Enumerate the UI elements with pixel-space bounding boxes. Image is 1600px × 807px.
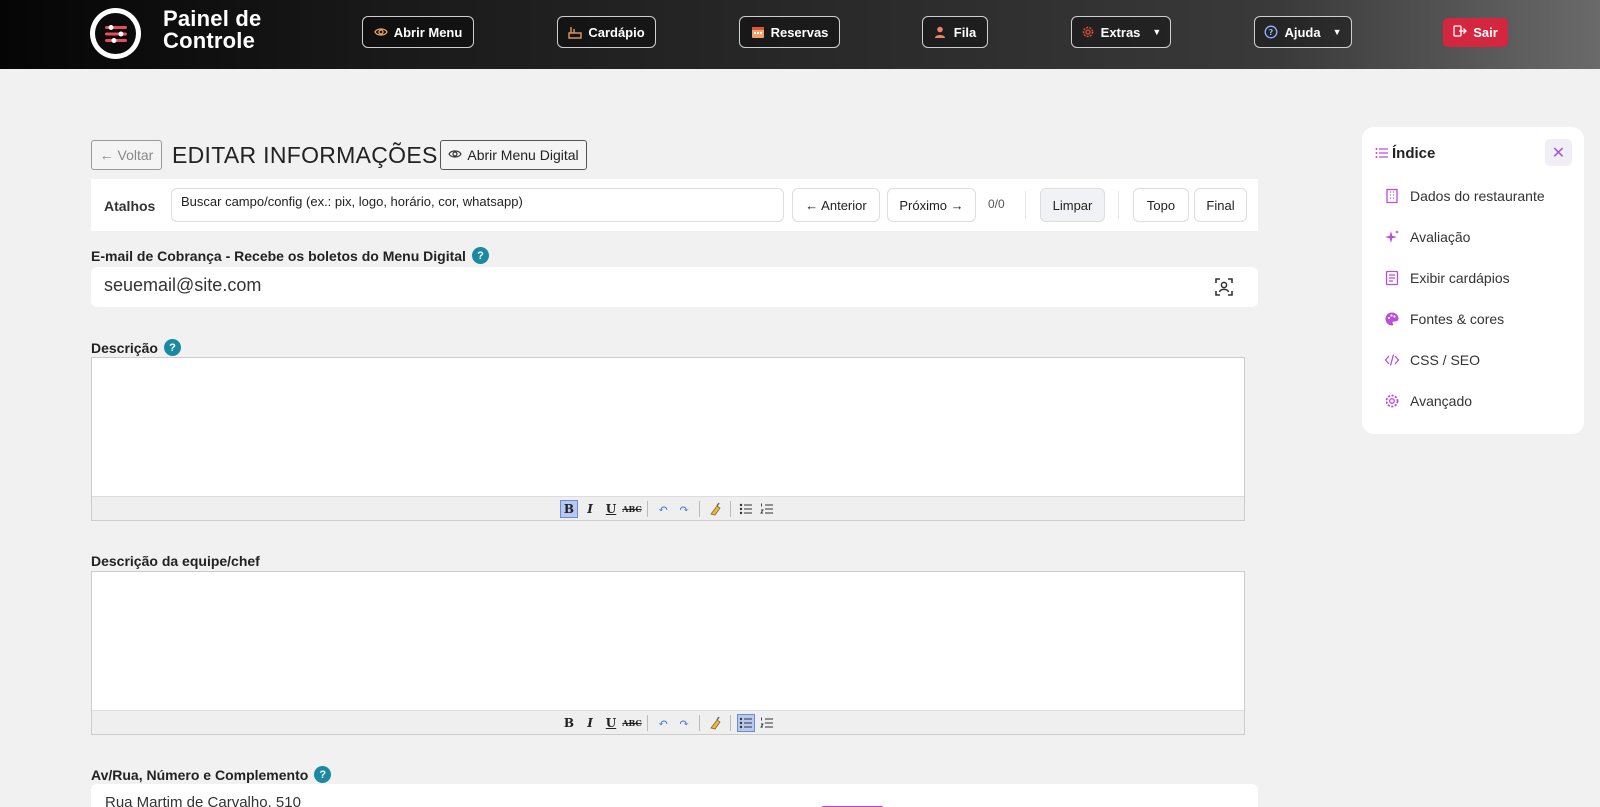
address-label: Av/Rua, Número e Complemento ?: [91, 766, 332, 783]
email-field[interactable]: seuemail@site.com: [91, 267, 1258, 307]
address-field[interactable]: Rua Martim de Carvalho, 510: [91, 784, 1258, 807]
index-item-dados[interactable]: Dados do restaurante: [1384, 188, 1545, 204]
back-button[interactable]: ← Voltar: [91, 140, 162, 170]
index-item-fontes[interactable]: Fontes & cores: [1384, 311, 1504, 327]
undo-icon[interactable]: ↶: [654, 714, 672, 732]
list-icon: [1375, 146, 1389, 164]
divider: [699, 500, 700, 517]
index-item-css-seo[interactable]: CSS / SEO: [1384, 352, 1480, 368]
help-icon[interactable]: ?: [314, 766, 332, 783]
help-icon[interactable]: ?: [163, 339, 181, 356]
contact-scan-icon[interactable]: [1214, 277, 1234, 297]
clear-format-icon[interactable]: [706, 714, 724, 732]
end-button[interactable]: Final: [1194, 188, 1247, 222]
nav-ajuda-dropdown[interactable]: ? Ajuda ▼: [1254, 16, 1352, 48]
divider: [730, 500, 731, 517]
svg-text:?: ?: [1269, 28, 1274, 37]
help-icon[interactable]: ?: [471, 247, 489, 264]
food-icon: [568, 25, 582, 39]
logo[interactable]: [90, 8, 141, 59]
divider: [1118, 191, 1119, 219]
italic-button[interactable]: I: [581, 500, 599, 518]
bold-button[interactable]: B: [560, 499, 578, 518]
shortcuts-label: Atalhos: [104, 198, 156, 214]
code-icon: [1384, 352, 1400, 368]
sparkle-icon: [1384, 229, 1400, 245]
menu-logo-icon: [104, 24, 127, 43]
next-button[interactable]: Próximo →: [887, 188, 976, 222]
user-icon: [934, 25, 948, 39]
calendar-icon: [751, 25, 765, 39]
editor-toolbar: B I U ABC ↶ ↷: [92, 710, 1244, 734]
strikethrough-button[interactable]: ABC: [622, 500, 641, 518]
clear-button[interactable]: Limpar: [1040, 188, 1105, 222]
logout-icon: [1453, 24, 1468, 41]
nav-fila-button[interactable]: Fila: [922, 16, 988, 48]
building-icon: [1384, 188, 1400, 204]
gear-icon: [1081, 25, 1095, 39]
shortcuts-bar: Atalhos Buscar campo/config (ex.: pix, l…: [91, 179, 1258, 231]
numbered-list-icon[interactable]: [758, 500, 776, 518]
top-navbar: Painel de Controle Abrir Menu Cardápio R…: [0, 0, 1600, 69]
nav-abrir-menu-button[interactable]: Abrir Menu: [362, 16, 474, 48]
eye-icon: [373, 25, 388, 39]
email-label: E-mail de Cobrança - Recebe os boletos d…: [91, 247, 489, 264]
divider: [730, 714, 731, 731]
divider: [647, 500, 648, 517]
brand-title: Painel de Controle: [163, 6, 262, 53]
search-input[interactable]: Buscar campo/config (ex.: pix, logo, hor…: [171, 188, 784, 222]
chevron-down-icon: ▼: [1332, 27, 1342, 37]
divider: [1025, 191, 1026, 219]
page-title: EDITAR INFORMAÇÕES: [172, 142, 438, 168]
description-label: Descrição ?: [91, 339, 181, 356]
gear-icon: [1384, 393, 1400, 409]
top-button[interactable]: Topo: [1133, 188, 1189, 222]
palette-icon: [1384, 311, 1400, 327]
divider: [699, 714, 700, 731]
nav-cardapio-button[interactable]: Cardápio: [557, 16, 656, 48]
index-item-avancado[interactable]: Avançado: [1384, 393, 1472, 409]
previous-button[interactable]: ← Anterior: [792, 188, 880, 222]
redo-icon[interactable]: ↷: [675, 500, 693, 518]
numbered-list-icon[interactable]: [758, 714, 776, 732]
bullet-list-icon[interactable]: [737, 500, 755, 518]
question-icon: ?: [1264, 25, 1278, 39]
index-item-avaliacao[interactable]: Avaliação: [1384, 229, 1470, 245]
nav-reservas-button[interactable]: Reservas: [739, 16, 840, 48]
bold-button[interactable]: B: [560, 714, 578, 732]
editor-toolbar: B I U ABC ↶ ↷: [92, 496, 1244, 520]
underline-button[interactable]: U: [602, 500, 620, 518]
undo-icon[interactable]: ↶: [654, 500, 672, 518]
chevron-down-icon: ▼: [1152, 27, 1162, 37]
clear-format-icon[interactable]: [706, 500, 724, 518]
index-title: Índice: [1392, 145, 1436, 162]
logout-button[interactable]: Sair: [1443, 18, 1508, 47]
index-panel: Índice ✕ Dados do restaurante Avaliação …: [1362, 127, 1584, 434]
close-icon[interactable]: ✕: [1545, 139, 1572, 166]
nav-extras-dropdown[interactable]: Extras ▼: [1071, 16, 1171, 48]
eye-icon: [448, 147, 463, 164]
description-editor[interactable]: B I U ABC ↶ ↷: [91, 357, 1245, 521]
italic-button[interactable]: I: [581, 714, 599, 732]
divider: [647, 714, 648, 731]
team-description-label: Descrição da equipe/chef: [91, 553, 260, 569]
team-description-editor[interactable]: B I U ABC ↶ ↷: [91, 571, 1245, 735]
bullet-list-icon[interactable]: [737, 713, 755, 732]
document-icon: [1384, 270, 1400, 286]
strikethrough-button[interactable]: ABC: [622, 714, 641, 732]
match-count: 0/0: [988, 197, 1005, 211]
redo-icon[interactable]: ↷: [675, 714, 693, 732]
index-item-cardapios[interactable]: Exibir cardápios: [1384, 270, 1510, 286]
underline-button[interactable]: U: [602, 714, 620, 732]
open-digital-menu-button[interactable]: Abrir Menu Digital: [440, 140, 587, 170]
